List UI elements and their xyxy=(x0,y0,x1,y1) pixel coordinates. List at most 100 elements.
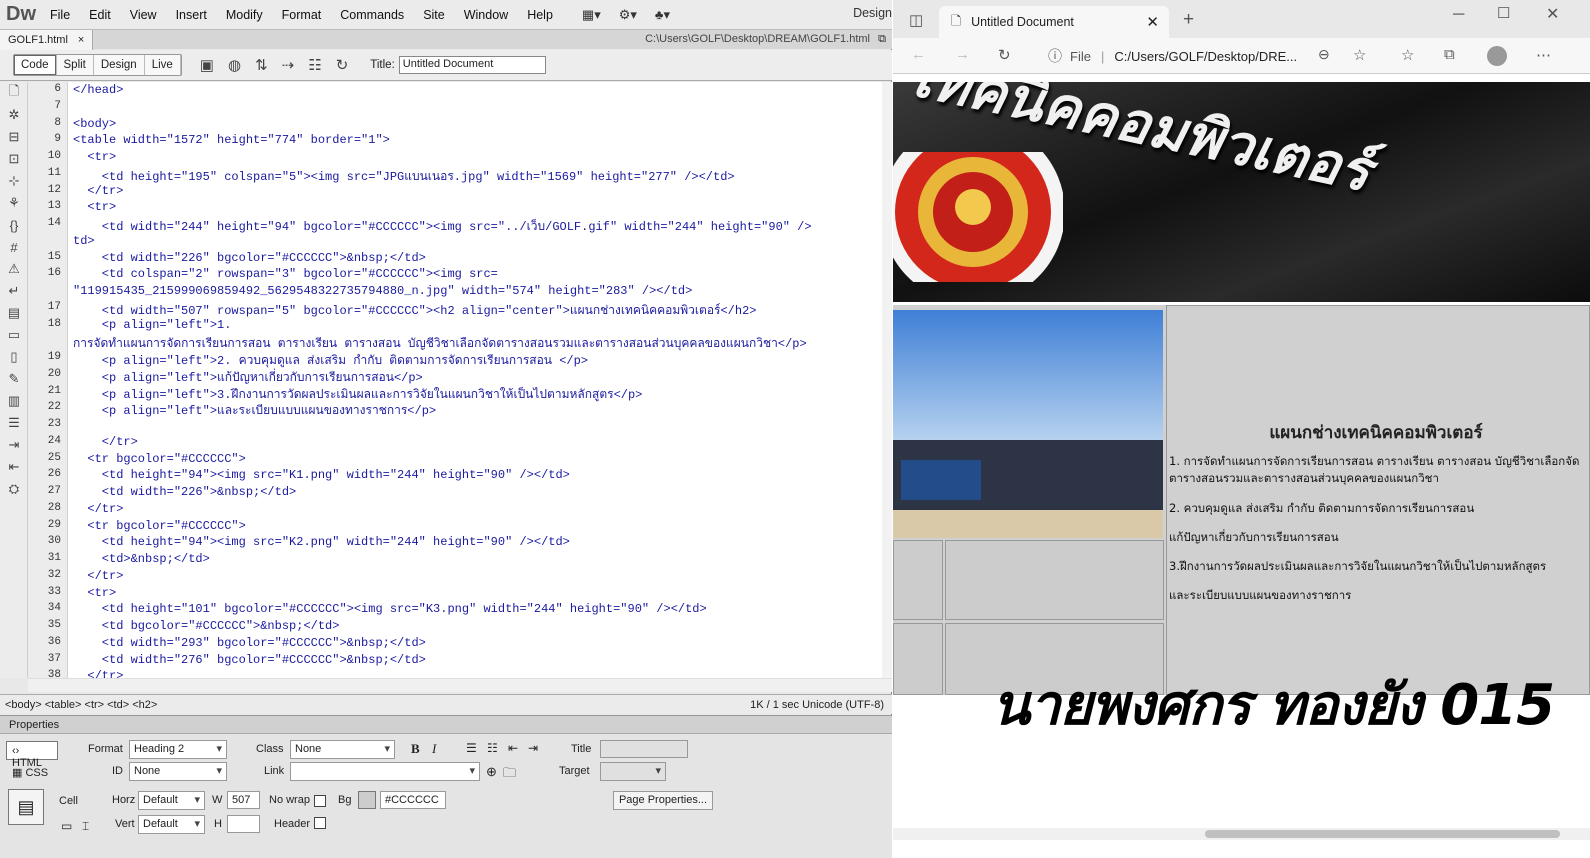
add-favorite-icon[interactable]: ☆ xyxy=(1353,46,1366,64)
favorites-icon[interactable]: ☆ xyxy=(1401,46,1414,64)
browse-folder-icon[interactable]: 🗀 xyxy=(503,764,516,786)
code-line[interactable]: <tr> xyxy=(73,150,116,164)
open-documents-icon[interactable]: 🗋 xyxy=(0,82,28,104)
back-icon[interactable]: ← xyxy=(911,46,926,63)
code-line[interactable]: <td height="94"><img src="K1.png" width=… xyxy=(73,468,570,482)
show-code-navigator-icon[interactable]: ✲ xyxy=(0,104,28,126)
menu-edit[interactable]: Edit xyxy=(89,8,111,22)
preview-browser-icon[interactable]: ◍ xyxy=(228,56,241,74)
code-line[interactable]: </tr> xyxy=(73,569,123,583)
line-numbers-icon[interactable]: # xyxy=(0,236,28,258)
restore-icon[interactable]: ⧉ xyxy=(878,33,886,46)
code-line[interactable]: <td width="244" height="94" bgcolor="#CC… xyxy=(73,217,812,236)
format-select[interactable]: Heading 2 xyxy=(129,740,227,759)
move-css-icon[interactable]: ☰ xyxy=(0,412,28,434)
menu-site[interactable]: Site xyxy=(423,8,445,22)
menu-file[interactable]: File xyxy=(50,8,70,22)
balance-braces-icon[interactable]: {} xyxy=(0,214,28,236)
zoom-icon[interactable]: ⊖ xyxy=(1318,46,1330,63)
bold-icon[interactable]: B xyxy=(411,741,420,757)
minimize-icon[interactable]: ─ xyxy=(1453,6,1464,24)
code-line[interactable]: <td height="94"><img src="K2.png" width=… xyxy=(73,535,570,549)
code-line[interactable]: <td width="293" bgcolor="#CCCCCC">&nbsp;… xyxy=(73,636,426,650)
code-line[interactable]: <p align="left">1. xyxy=(73,318,232,332)
menu-commands[interactable]: Commands xyxy=(340,8,404,22)
title-prop-input[interactable] xyxy=(600,740,688,758)
inspect-icon[interactable]: ⇢ xyxy=(282,56,295,74)
design-view-button[interactable]: Design xyxy=(93,55,145,75)
format-source-icon[interactable]: ⛭ xyxy=(0,478,28,500)
code-line[interactable]: <td bgcolor="#CCCCCC">&nbsp;</td> xyxy=(73,619,340,633)
code-line[interactable]: <tr bgcolor="#CCCCCC"> xyxy=(73,519,245,533)
code-line[interactable]: <p align="left">และระเบียบแบบแผนของทางรา… xyxy=(73,401,436,420)
code-line[interactable]: </tr> xyxy=(73,435,138,449)
italic-icon[interactable]: I xyxy=(432,741,436,757)
refresh-icon[interactable]: ↻ xyxy=(336,56,349,74)
browser-horizontal-scrollbar[interactable] xyxy=(893,828,1590,840)
address-bar[interactable]: File | C:/Users/GOLF/Desktop/DRE... xyxy=(1036,43,1297,69)
site-icon[interactable]: ♣▾ xyxy=(655,7,670,23)
collections-icon[interactable]: ⧉ xyxy=(1444,46,1455,63)
bg-color-input[interactable]: #CCCCCC xyxy=(380,791,446,809)
gear-icon[interactable]: ⚙▾ xyxy=(619,7,637,23)
code-line[interactable]: td> xyxy=(73,234,95,248)
more-icon[interactable]: ⋯ xyxy=(1536,46,1551,64)
tab-actions-icon[interactable]: ◫ xyxy=(909,11,923,29)
nowrap-checkbox[interactable] xyxy=(314,795,326,807)
vert-select[interactable]: Default xyxy=(138,815,205,834)
code-line[interactable]: <td height="101" bgcolor="#CCCCCC"><img … xyxy=(73,602,707,616)
maximize-icon[interactable]: ☐ xyxy=(1497,4,1510,22)
page-properties-button[interactable]: Page Properties... xyxy=(613,791,713,810)
html-mode-button[interactable]: ‹› HTML xyxy=(6,741,58,769)
code-line[interactable]: <body> xyxy=(73,117,116,131)
close-window-icon[interactable]: ✕ xyxy=(1546,4,1559,24)
split-view-button[interactable]: Split xyxy=(56,55,94,75)
code-line[interactable]: </tr> xyxy=(73,669,123,678)
header-checkbox[interactable] xyxy=(314,817,326,829)
document-tab[interactable]: GOLF1.html × xyxy=(0,29,94,50)
unordered-list-icon[interactable]: ☰ xyxy=(466,741,477,755)
remove-comment-icon[interactable]: ▯ xyxy=(0,346,28,368)
code-line[interactable]: </tr> xyxy=(73,184,123,198)
close-icon[interactable]: × xyxy=(78,34,84,46)
wrap-tag-icon[interactable]: ✎ xyxy=(0,368,28,390)
menu-help[interactable]: Help xyxy=(527,8,553,22)
word-wrap-icon[interactable]: ↵ xyxy=(0,280,28,302)
highlight-invalid-icon[interactable]: ⚠ xyxy=(0,258,28,280)
code-line[interactable]: <td colspan="2" rowspan="3" bgcolor="#CC… xyxy=(73,267,498,281)
width-input[interactable]: 507 xyxy=(227,791,260,809)
code-line[interactable]: <table width="1572" height="774" border=… xyxy=(73,133,390,147)
point-to-file-icon[interactable]: ⊕ xyxy=(486,764,497,780)
collapse-tag-icon[interactable]: ⊟ xyxy=(0,126,28,148)
collapse-selection-icon[interactable]: ⊡ xyxy=(0,148,28,170)
title-input[interactable]: Untitled Document xyxy=(398,56,546,74)
ordered-list-icon[interactable]: ☷ xyxy=(487,741,498,755)
code-line[interactable]: <td width="226" bgcolor="#CCCCCC">&nbsp;… xyxy=(73,251,426,265)
indent-icon[interactable]: ⇥ xyxy=(528,741,538,755)
live-view-button[interactable]: Live xyxy=(144,55,181,75)
syntax-coloring-icon[interactable]: ▤ xyxy=(0,302,28,324)
outdent-code-icon[interactable]: ⇤ xyxy=(0,456,28,478)
menu-format[interactable]: Format xyxy=(282,8,322,22)
code-view[interactable]: 🗋 ✲ ⊟ ⊡ ⊹ ⚘ {} # ⚠ ↵ ▤ ▭ ▯ ✎ ▥ ☰ ⇥ ⇤ ⛭ 6… xyxy=(0,82,892,681)
tag-selector[interactable]: <body> <table> <tr> <td> <h2> xyxy=(5,699,157,711)
code-line[interactable]: <td>&nbsp;</td> xyxy=(73,552,210,566)
recent-snippets-icon[interactable]: ▥ xyxy=(0,390,28,412)
reload-icon[interactable]: ↻ xyxy=(998,46,1011,64)
visual-aids-icon[interactable]: ☷ xyxy=(308,56,321,74)
bg-color-swatch[interactable] xyxy=(358,791,376,809)
menu-window[interactable]: Window xyxy=(464,8,508,22)
class-select[interactable]: None xyxy=(290,740,395,759)
code-line[interactable]: "119915435_215999069859492_5629548322735… xyxy=(73,284,692,298)
css-mode-button[interactable]: ▦ CSS xyxy=(12,766,48,779)
profile-avatar[interactable] xyxy=(1487,46,1507,66)
code-view-button[interactable]: Code xyxy=(14,55,57,75)
scrollbar-thumb[interactable] xyxy=(1205,830,1560,838)
menu-view[interactable]: View xyxy=(130,8,157,22)
code-editor[interactable]: </head> <body> <table width="1572" height=… xyxy=(73,82,881,678)
code-line[interactable]: <td width="226">&nbsp;</td> xyxy=(73,485,296,499)
expand-all-icon[interactable]: ⊹ xyxy=(0,170,28,192)
code-line[interactable]: </tr> xyxy=(73,502,123,516)
code-horizontal-scrollbar[interactable] xyxy=(28,678,892,692)
code-line[interactable]: <td height="195" colspan="5"><img src="J… xyxy=(73,167,735,186)
